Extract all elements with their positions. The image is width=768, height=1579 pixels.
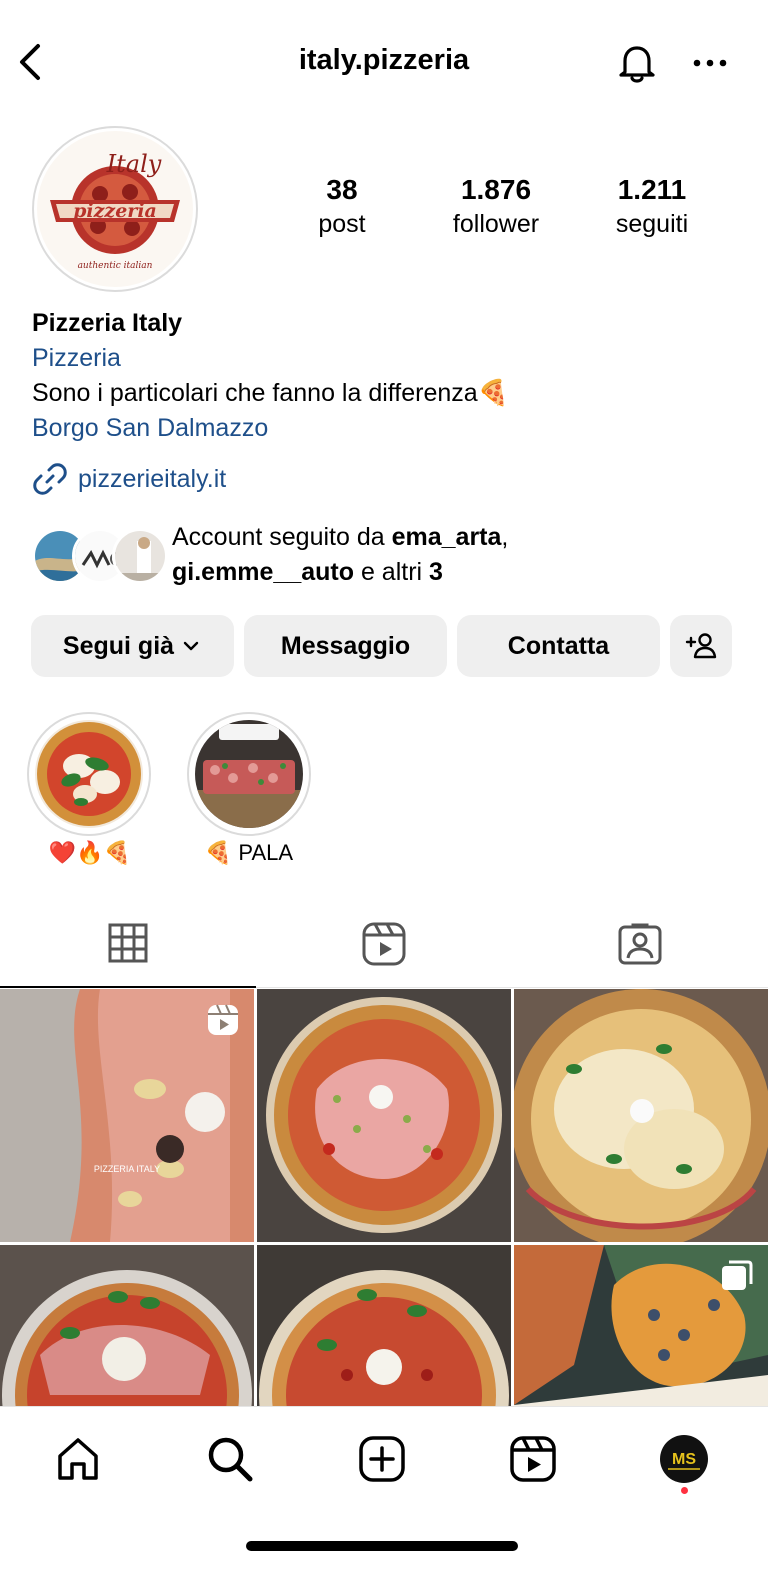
post-thumbnail[interactable] [514, 989, 768, 1242]
post-thumbnail[interactable] [257, 989, 511, 1242]
carousel-badge-icon [720, 1259, 754, 1298]
stat-following-value: 1.211 [617, 174, 687, 205]
contact-button[interactable]: Contatta [457, 615, 660, 677]
home-icon[interactable] [48, 1429, 108, 1489]
stat-followers-label: follower [452, 210, 540, 238]
chevron-down-icon [183, 641, 199, 651]
followed-by-section[interactable]: Account seguito da ema_arta, gi.emme__aut… [32, 520, 752, 592]
avatar-logo-top-text: Italy [106, 150, 162, 178]
tab-posts-grid[interactable] [0, 900, 256, 988]
story-highlight-cover [35, 720, 143, 828]
tab-reels[interactable] [256, 900, 512, 988]
posts-grid: PIZZERIA ITALY [0, 989, 768, 1409]
more-options-icon[interactable] [690, 48, 730, 78]
svg-text:MS: MS [672, 1451, 696, 1468]
post-overlay-text: PIZZERIA ITALY [94, 1164, 160, 1174]
suggested-people-button[interactable] [670, 615, 732, 677]
followed-by-prefix: Account seguito da [172, 523, 392, 551]
profile-bio-text: Sono i particolari che fanno la differen… [32, 379, 509, 407]
profile-nav-avatar[interactable]: MS [654, 1429, 714, 1489]
stat-followers[interactable]: 1.876 follower [421, 172, 571, 240]
following-button[interactable]: Segui già [31, 615, 234, 677]
message-button-label: Messaggio [280, 631, 411, 660]
tagged-person-icon [618, 923, 662, 965]
grid-icon [108, 923, 148, 963]
link-icon [33, 463, 67, 495]
notification-bell-icon[interactable] [614, 40, 660, 86]
stat-following-label: seguiti [615, 210, 689, 238]
story-highlight-cover [195, 720, 303, 828]
stat-posts-value: 38 [326, 174, 358, 205]
post-thumbnail[interactable] [0, 1245, 254, 1409]
story-highlight-label: ❤️🔥🍕 [48, 840, 132, 865]
post-thumbnail[interactable] [257, 1245, 511, 1409]
contact-button-label: Contatta [507, 631, 610, 660]
profile-website-text: pizzerieitaly.it [78, 464, 227, 493]
story-highlight[interactable] [27, 712, 151, 836]
avatar-logo-main-text: pizzeria [73, 200, 157, 222]
avatar-logo-sub-text: authentic italian [78, 261, 153, 271]
post-thumbnail[interactable]: PIZZERIA ITALY [0, 989, 254, 1242]
create-post-icon[interactable] [352, 1429, 412, 1489]
stat-following[interactable]: 1.211 seguiti [577, 172, 727, 240]
following-button-label: Segui già [62, 631, 175, 660]
notification-dot [681, 1487, 688, 1494]
stat-posts-label: post [318, 210, 366, 238]
stat-followers-value: 1.876 [460, 174, 532, 205]
post-thumbnail[interactable] [514, 1245, 768, 1409]
home-indicator [246, 1541, 518, 1551]
bottom-navigation: MS [0, 1406, 768, 1579]
top-bar: italy.pizzeria [0, 30, 768, 94]
profile-website-link[interactable]: pizzerieitaly.it [32, 460, 226, 498]
profile-category[interactable]: Pizzeria [32, 341, 742, 376]
add-person-icon [685, 633, 717, 659]
mutual-follower-count: 3 [429, 558, 443, 586]
followed-by-text: Account seguito da ema_arta, gi.emme__aut… [172, 520, 732, 590]
story-highlight[interactable] [187, 712, 311, 836]
profile-bio: Pizzeria Italy Pizzeria Sono i particola… [32, 306, 742, 446]
mutual-follower-name: ema_arta [391, 523, 502, 551]
followed-by-separator: , [501, 523, 509, 551]
profile-display-name: Pizzeria Italy [32, 309, 183, 337]
tab-tagged[interactable] [512, 900, 768, 988]
stat-posts[interactable]: 38 post [267, 172, 417, 240]
reels-icon [362, 922, 406, 966]
reel-badge-icon [206, 1003, 240, 1042]
mutual-follower-name: gi.emme__auto [172, 558, 355, 586]
profile-avatar[interactable]: Italy pizzeria authentic italian [32, 126, 198, 292]
profile-location[interactable]: Borgo San Dalmazzo [32, 411, 742, 446]
followed-by-middle: e altri [354, 558, 430, 586]
reels-nav-icon[interactable] [503, 1429, 563, 1489]
mutual-follower-avatar [112, 528, 168, 584]
message-button[interactable]: Messaggio [244, 615, 447, 677]
profile-tabs [0, 900, 768, 988]
search-icon[interactable] [200, 1429, 260, 1489]
story-highlight-label: 🍕 PALA [204, 840, 294, 865]
